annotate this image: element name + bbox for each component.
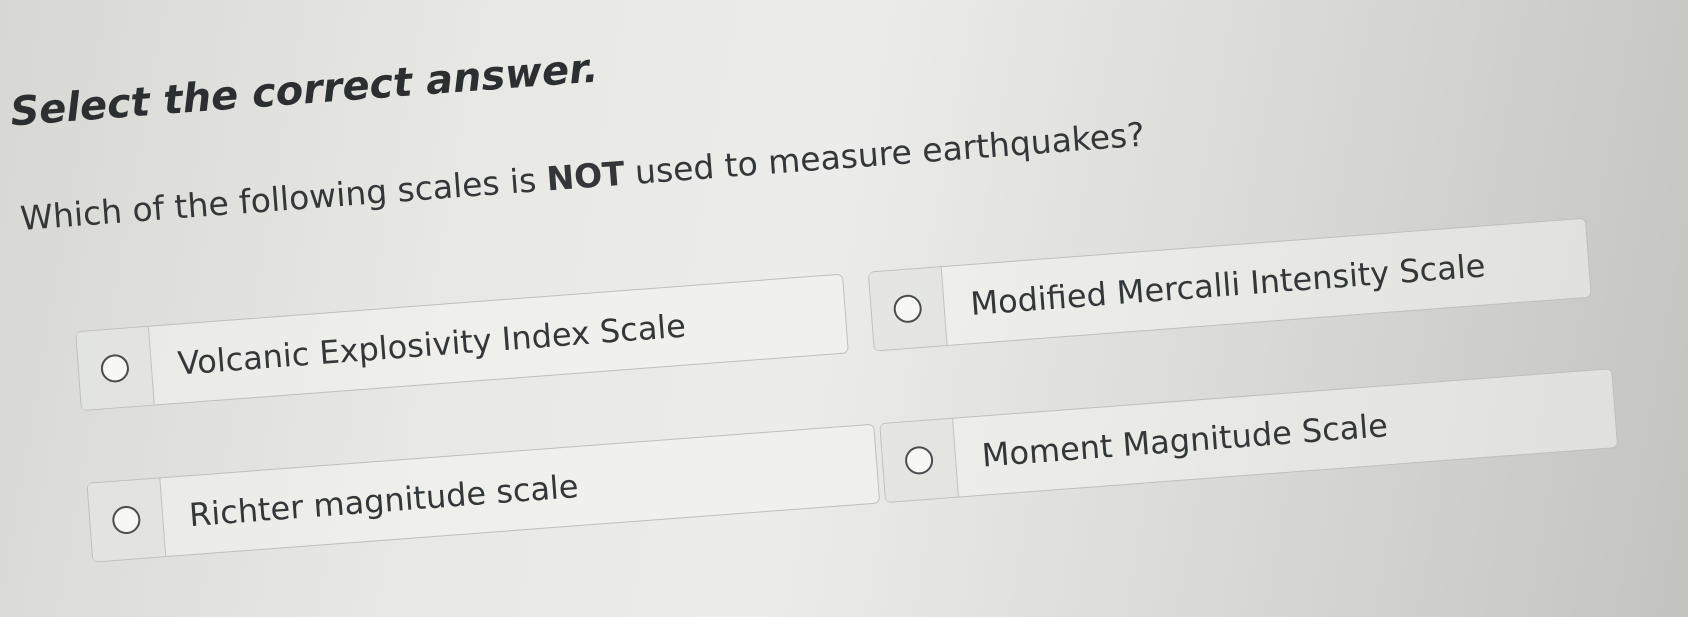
quiz-panel: Select the correct answer. Which of the … [0,0,1688,615]
answer-option-richter-magnitude[interactable]: Richter magnitude scale [86,423,881,563]
answer-option-modified-mercalli[interactable]: Modified Mercalli Intensity Scale [867,217,1592,352]
radio-cell[interactable] [76,326,155,411]
quiz-screen: Select the correct answer. Which of the … [0,0,1688,617]
answer-option-volcanic-explosivity-index[interactable]: Volcanic Explosivity Index Scale [75,273,849,412]
radio-cell[interactable] [880,418,959,502]
radio-button[interactable] [111,504,142,536]
instruction-text: Select the correct answer. [8,45,600,136]
option-label[interactable]: Modified Mercalli Intensity Scale [943,246,1486,325]
question-emphasis: NOT [545,153,627,199]
question-text: Which of the following scales is NOT use… [19,115,1146,238]
option-label[interactable]: Volcanic Explosivity Index Scale [150,307,687,385]
radio-button[interactable] [904,445,935,476]
radio-button[interactable] [892,293,923,324]
radio-button[interactable] [99,353,130,384]
question-text-start: Which of the following scales is [18,159,549,239]
option-label[interactable]: Richter magnitude scale [162,467,580,536]
answer-option-moment-magnitude[interactable]: Moment Magnitude Scale [879,368,1619,504]
option-label[interactable]: Moment Magnitude Scale [955,406,1390,476]
radio-cell[interactable] [868,267,948,351]
radio-cell[interactable] [87,478,167,562]
question-text-end: used to measure earthquakes? [623,114,1146,193]
